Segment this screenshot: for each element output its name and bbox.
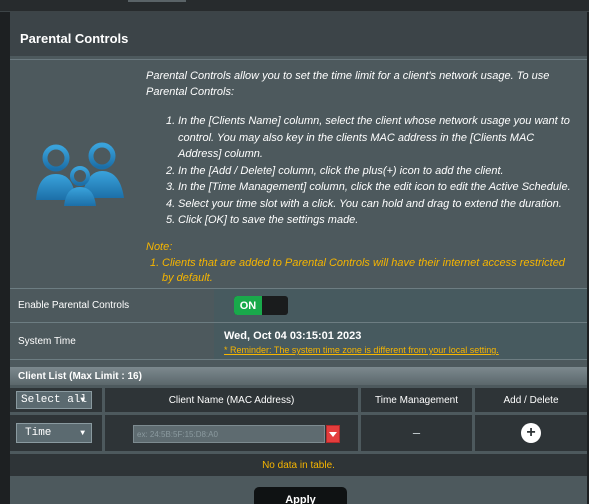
enable-value-cell: ON (214, 289, 587, 322)
system-time-value-cell: Wed, Oct 04 03:15:01 2023 * Reminder: Th… (214, 323, 587, 359)
step-text: Click [OK] to save the settings made. (178, 214, 359, 226)
tab-edge (128, 0, 186, 2)
client-name-column-header: Client Name (MAC Address) (105, 388, 358, 412)
timezone-reminder-link[interactable]: * Reminder: The system time zone is diff… (224, 345, 499, 355)
step-text: In the [Time Management] column, click t… (178, 181, 571, 193)
step-number: 2. (166, 164, 176, 177)
time-management-cell: – (361, 415, 472, 451)
step-number: 5. (166, 214, 176, 226)
row-divider (10, 359, 587, 360)
header-divider (10, 59, 587, 60)
intro-text: Parental Controls allow you to set the t… (146, 70, 550, 98)
select-column-header: Select all ▼ (10, 388, 102, 412)
toggle-knob (262, 296, 288, 315)
enable-toggle[interactable]: ON (234, 296, 288, 315)
apply-button[interactable]: Apply (254, 487, 347, 504)
panel-header: Parental Controls (10, 12, 587, 56)
system-time-label: System Time (10, 323, 210, 359)
add-delete-column-header: Add / Delete (475, 388, 587, 412)
select-all-dropdown[interactable]: Select all ▼ (16, 391, 92, 409)
system-time-value: Wed, Oct 04 03:15:01 2023 (224, 330, 362, 342)
note-block: Note: 1. Clients that are added to Parent… (146, 240, 576, 287)
chevron-down-icon: ▼ (80, 396, 85, 405)
page-title: Parental Controls (20, 31, 129, 46)
enable-row: Enable Parental Controls ON (10, 289, 587, 322)
add-delete-cell: + (475, 415, 587, 451)
step-item: 2. In the [Add / Delete] column, click th… (166, 163, 576, 180)
step-text: In the [Add / Delete] column, click the … (178, 164, 504, 177)
mac-address-input[interactable]: ex: 24:5B:5F:15:D8:A0 (133, 425, 325, 443)
steps-list: 1. In the [Clients Name] column, select t… (166, 113, 576, 229)
note-title: Note: (146, 241, 173, 253)
step-item: 1. In the [Clients Name] column, select t… (166, 113, 576, 163)
main-panel: Parental Controls Parental Controls allo… (10, 12, 587, 504)
client-list-title: Client List (Max Limit : 16) (10, 367, 587, 385)
top-tab-strip (0, 0, 589, 12)
chevron-down-icon: ▼ (80, 429, 85, 438)
client-type-dropdown[interactable]: Time ▼ (16, 423, 92, 443)
system-time-row: System Time Wed, Oct 04 03:15:01 2023 * … (10, 323, 587, 359)
step-text: Select your time slot with a click. You … (178, 197, 562, 210)
step-number: 4. (166, 197, 176, 210)
time-select-cell: Time ▼ (10, 415, 102, 451)
client-dropdown-button[interactable] (326, 425, 340, 443)
note-text: Clients that are added to Parental Contr… (162, 256, 565, 285)
family-icon (36, 142, 124, 206)
dropdown-arrow-icon (329, 431, 337, 437)
toggle-on-label: ON (234, 296, 262, 315)
step-item: 4. Select your time slot with a click. Yo… (166, 196, 576, 213)
note-number: 1. (150, 256, 160, 269)
time-management-placeholder: – (412, 425, 421, 440)
time-management-column-header: Time Management (361, 388, 472, 412)
select-all-value: Select all (21, 394, 88, 406)
step-item: 3. In the [Time Management] column, click… (166, 179, 576, 196)
note-item: 1. Clients that are added to Parental Con… (146, 256, 576, 287)
add-client-icon[interactable]: + (521, 423, 541, 443)
step-number: 3. (166, 181, 176, 193)
empty-table-message: No data in table. (10, 454, 587, 476)
step-item: 5. Click [OK] to save the settings made. (166, 212, 576, 229)
client-name-cell: ex: 24:5B:5F:15:D8:A0 (105, 415, 358, 451)
step-number: 1. (166, 115, 176, 127)
step-text: In the [Clients Name] column, select the… (178, 115, 570, 160)
enable-label: Enable Parental Controls (10, 289, 210, 322)
client-type-value: Time (25, 427, 52, 439)
